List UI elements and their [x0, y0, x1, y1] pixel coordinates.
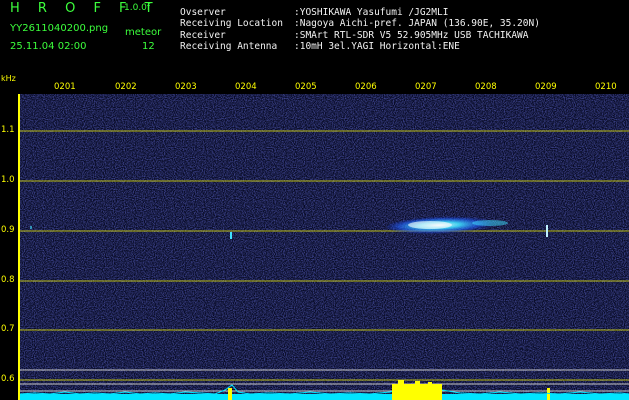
- y-tick-label: 1.0: [1, 175, 15, 185]
- info-row-observer: Ovserver :YOSHIKAWA Yasufumi /JG2MLI: [180, 8, 448, 18]
- x-tick-label: 0203: [175, 82, 197, 92]
- meteor-count-label: meteor: [125, 27, 162, 38]
- x-tick-label: 0206: [355, 82, 377, 92]
- info-value: :10mH 3el.YAGI Horizontal:ENE: [294, 41, 460, 52]
- y-tick-label: 0.9: [1, 225, 15, 235]
- frequency-unit-label: kHz: [1, 74, 16, 83]
- y-tick-label: 0.8: [1, 275, 15, 285]
- x-tick-label: 0205: [295, 82, 317, 92]
- info-value: :SMArt RTL-SDR V5 52.905MHz USB TACHIKAW…: [294, 30, 529, 41]
- y-tick-label: 0.7: [1, 324, 15, 334]
- x-tick-label: 0204: [235, 82, 257, 92]
- x-tick-label: 0201: [54, 82, 76, 92]
- capture-datetime: 25.11.04 02:00: [10, 41, 87, 52]
- noise-floor: [20, 94, 629, 400]
- y-tick-label: 1.1: [1, 125, 15, 135]
- x-tick-label: 0202: [115, 82, 137, 92]
- info-row-receiver: Receiver :SMArt RTL-SDR V5 52.905MHz USB …: [180, 31, 529, 41]
- info-row-antenna: Receiving Antenna :10mH 3el.YAGI Horizont…: [180, 42, 460, 52]
- info-label: Ovserver: [180, 7, 226, 18]
- y-tick-label: 0.6: [1, 374, 15, 384]
- info-value: :YOSHIKAWA Yasufumi /JG2MLI: [294, 7, 449, 18]
- x-tick-label: 0207: [415, 82, 437, 92]
- info-label: Receiving Location: [180, 18, 283, 29]
- app-version: 1.0.0f: [124, 3, 151, 13]
- x-tick-label: 0209: [535, 82, 557, 92]
- x-tick-label: 0210: [595, 82, 617, 92]
- hrofft-window: H R O F F T 1.0.0f YY2611040200.png 25.1…: [0, 0, 629, 400]
- info-row-location: Receiving Location :Nagoya Aichi-pref. JA…: [180, 19, 540, 29]
- info-label: Receiver: [180, 30, 226, 41]
- spectrogram-plot: [20, 94, 629, 400]
- meteor-count-value: 12: [142, 41, 155, 52]
- info-value: :Nagoya Aichi-pref. JAPAN (136.90E, 35.2…: [294, 18, 540, 29]
- image-filename: YY2611040200.png: [10, 23, 109, 34]
- info-label: Receiving Antenna: [180, 41, 278, 52]
- x-tick-label: 0208: [475, 82, 497, 92]
